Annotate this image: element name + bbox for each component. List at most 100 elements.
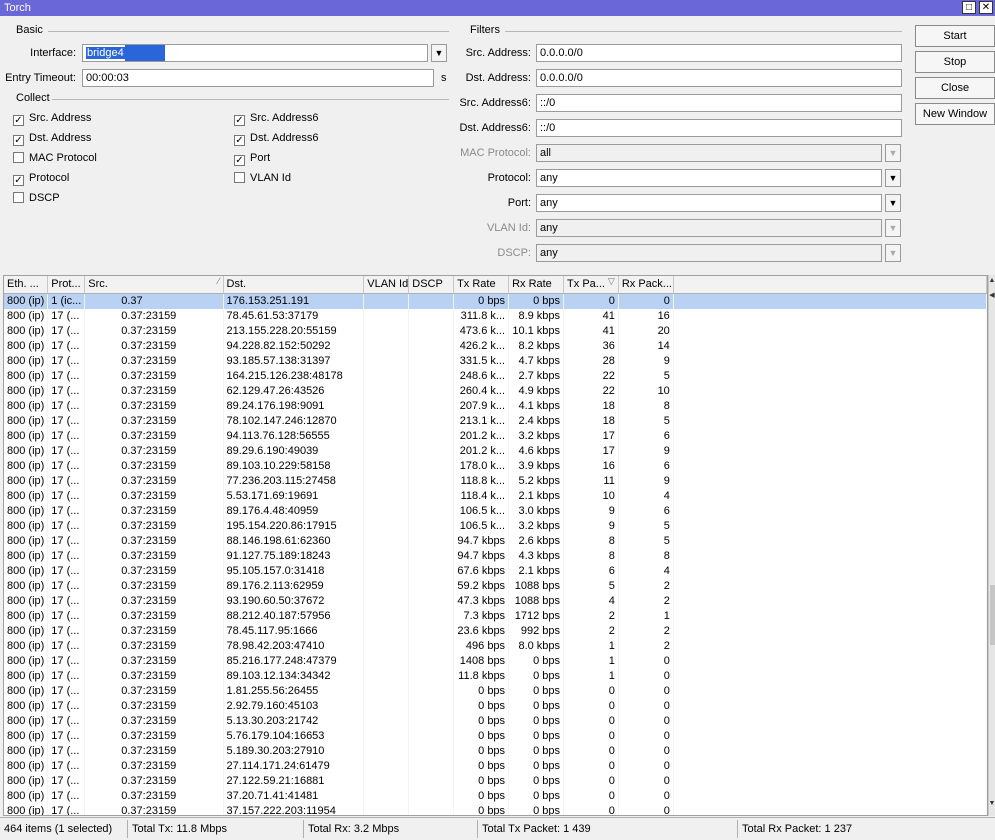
cell-tx-rate: 94.7 kbps xyxy=(453,548,510,564)
cell-tx-rate: 0 bps xyxy=(453,728,510,744)
table-row[interactable]: 800 (ip) 17 (... 0.37:23159 78.102.147.246:… xyxy=(4,413,987,429)
table-row[interactable]: 800 (ip) 17 (... 0.37:23159 91.127.75.189:1… xyxy=(4,548,987,564)
cell-eth: 800 (ip) xyxy=(4,398,49,414)
close-window-icon[interactable]: ✕ xyxy=(979,1,993,14)
column-header-dst[interactable]: Dst. xyxy=(223,276,365,294)
table-row[interactable]: 800 (ip) 17 (... 0.37:23159 27.122.59.21:16… xyxy=(4,773,987,789)
table-row[interactable]: 800 (ip) 17 (... 0.37:23159 93.190.60.50:37… xyxy=(4,593,987,609)
cell-rx-rate: 8.9 kbps xyxy=(508,308,565,324)
dst-address6-input[interactable]: ::/0 xyxy=(536,119,902,137)
cell-tx-packets: 0 xyxy=(563,713,619,729)
column-header-eth[interactable]: Eth. ... xyxy=(4,276,49,294)
table-row[interactable]: 800 (ip) 17 (... 0.37:23159 27.114.171.24:6… xyxy=(4,758,987,774)
table-row[interactable]: 800 (ip) 17 (... 0.37:23159 89.176.4.48:409… xyxy=(4,503,987,519)
new-window-button[interactable]: New Window xyxy=(915,103,995,125)
table-row[interactable]: 800 (ip) 17 (... 0.37:23159 62.129.47.26:43… xyxy=(4,383,987,399)
column-header-tx-packets[interactable]: Tx Pa... ▽ xyxy=(563,276,619,294)
table-row[interactable]: 800 (ip) 17 (... 0.37:23159 5.13.30.203:217… xyxy=(4,713,987,729)
table-row[interactable]: 800 (ip) 17 (... 0.37:23159 78.45.61.53:371… xyxy=(4,308,987,324)
cell-rx-rate: 4.9 kbps xyxy=(508,383,565,399)
column-header-protocol[interactable]: Prot... xyxy=(47,276,86,294)
vertical-scrollbar[interactable]: ▲ ◀ ▼ xyxy=(988,275,995,816)
table-row[interactable]: 800 (ip) 17 (... 0.37:23159 88.146.198.61:6… xyxy=(4,533,987,549)
collect-src-address6-checkbox[interactable]: ✓ Src. Address6 xyxy=(234,110,318,126)
close-button[interactable]: Close xyxy=(915,77,995,99)
dscp-select[interactable]: any xyxy=(536,244,882,262)
stop-button[interactable]: Stop xyxy=(915,51,995,73)
port-dropdown-icon[interactable]: ▼ xyxy=(885,194,901,212)
cell-src: 0.37:23159 xyxy=(84,743,224,759)
cell-src: 0.37:23159 xyxy=(84,758,224,774)
cell-src: 0.37:23159 xyxy=(84,503,224,519)
cell-rx-rate: 2.7 kbps xyxy=(508,368,565,384)
cell-rx-packets: 6 xyxy=(618,428,674,444)
column-header-rx-packets[interactable]: Rx Pack... xyxy=(618,276,674,294)
src-address6-input[interactable]: ::/0 xyxy=(536,94,902,112)
scroll-up-icon[interactable]: ▲ xyxy=(988,276,995,286)
table-row[interactable]: 800 (ip) 17 (... 0.37:23159 88.212.40.187:5… xyxy=(4,608,987,624)
checkbox-checked-icon: ✓ xyxy=(234,115,245,126)
table-row[interactable]: 800 (ip) 17 (... 0.37:23159 2.92.79.160:451… xyxy=(4,698,987,714)
dst-address-input[interactable]: 0.0.0.0/0 xyxy=(536,69,902,87)
table-row[interactable]: 800 (ip) 17 (... 0.37:23159 94.113.76.128:5… xyxy=(4,428,987,444)
mac-protocol-select[interactable]: all xyxy=(536,144,882,162)
column-header-src[interactable]: Src. ⁄ xyxy=(84,276,224,294)
table-row[interactable]: 800 (ip) 17 (... 0.37:23159 77.236.203.115:… xyxy=(4,473,987,489)
mac-protocol-dropdown-icon[interactable]: ▼ xyxy=(885,144,901,162)
table-row[interactable]: 800 (ip) 17 (... 0.37:23159 5.189.30.203:27… xyxy=(4,743,987,759)
table-row[interactable]: 800 (ip) 17 (... 0.37:23159 89.103.10.229:5… xyxy=(4,458,987,474)
table-row[interactable]: 800 (ip) 17 (... 0.37:23159 195.154.220.86:… xyxy=(4,518,987,534)
src-address-input[interactable]: 0.0.0.0/0 xyxy=(536,44,902,62)
table-row[interactable]: 800 (ip) 17 (... 0.37:23159 78.45.117.95:16… xyxy=(4,623,987,639)
table-row[interactable]: 800 (ip) 1 (ic... 0.37 176.153.251.191 0 bps… xyxy=(4,293,987,309)
column-header-dscp[interactable]: DSCP xyxy=(408,276,455,294)
table-row[interactable]: 800 (ip) 17 (... 0.37:23159 164.215.126.238… xyxy=(4,368,987,384)
cell-dscp xyxy=(408,683,455,699)
table-row[interactable]: 800 (ip) 17 (... 0.37:23159 93.185.57.138:3… xyxy=(4,353,987,369)
collect-vlan-id-checkbox[interactable]: VLAN Id xyxy=(234,170,291,186)
collect-dst-address6-checkbox[interactable]: ✓ Dst. Address6 xyxy=(234,130,318,146)
cell-vlan-id xyxy=(363,473,410,489)
cell-rx-packets: 5 xyxy=(618,413,674,429)
interface-select[interactable]: bridge4 xyxy=(82,44,428,62)
entry-timeout-input[interactable]: 00:00:03 xyxy=(82,69,434,87)
scroll-down-icon[interactable]: ▼ xyxy=(988,799,995,809)
collect-src-address-checkbox[interactable]: ✓ Src. Address xyxy=(13,110,91,126)
table-row[interactable]: 800 (ip) 17 (... 0.37:23159 85.216.177.248:… xyxy=(4,653,987,669)
table-row[interactable]: 800 (ip) 17 (... 0.37:23159 37.20.71.41:414… xyxy=(4,788,987,804)
collect-dst-address-checkbox[interactable]: ✓ Dst. Address xyxy=(13,130,91,146)
torch-results-table[interactable]: Eth. ... Prot... Src. ⁄ Dst. VLAN Id DSCP… xyxy=(3,275,988,816)
collect-protocol-checkbox[interactable]: ✓ Protocol xyxy=(13,170,69,186)
scrollbar-thumb[interactable] xyxy=(990,585,995,645)
collect-port-checkbox[interactable]: ✓ Port xyxy=(234,150,270,166)
collect-dscp-checkbox[interactable]: DSCP xyxy=(13,190,60,206)
cell-src: 0.37:23159 xyxy=(84,773,224,789)
start-button[interactable]: Start xyxy=(915,25,995,47)
table-row[interactable]: 800 (ip) 17 (... 0.37:23159 1.81.255.56:264… xyxy=(4,683,987,699)
column-header-rx-rate[interactable]: Rx Rate xyxy=(508,276,565,294)
table-row[interactable]: 800 (ip) 17 (... 0.37:23159 78.98.42.203:47… xyxy=(4,638,987,654)
vlan-id-select[interactable]: any xyxy=(536,219,882,237)
dscp-dropdown-icon[interactable]: ▼ xyxy=(885,244,901,262)
table-row[interactable]: 800 (ip) 17 (... 0.37:23159 213.155.228.20:… xyxy=(4,323,987,339)
table-row[interactable]: 800 (ip) 17 (... 0.37:23159 89.176.2.113:62… xyxy=(4,578,987,594)
column-header-src-label: Src. xyxy=(88,278,108,291)
table-row[interactable]: 800 (ip) 17 (... 0.37:23159 37.157.222.203:… xyxy=(4,803,987,815)
restore-icon[interactable]: □ xyxy=(962,1,976,14)
cell-filler xyxy=(673,368,987,384)
cell-eth: 800 (ip) xyxy=(4,323,49,339)
table-row[interactable]: 800 (ip) 17 (... 0.37:23159 95.105.157.0:31… xyxy=(4,563,987,579)
table-row[interactable]: 800 (ip) 17 (... 0.37:23159 89.29.6.190:490… xyxy=(4,443,987,459)
table-row[interactable]: 800 (ip) 17 (... 0.37:23159 89.103.12.134:3… xyxy=(4,668,987,684)
port-select[interactable]: any xyxy=(536,194,882,212)
table-row[interactable]: 800 (ip) 17 (... 0.37:23159 5.53.171.69:196… xyxy=(4,488,987,504)
protocol-dropdown-icon[interactable]: ▼ xyxy=(885,169,901,187)
protocol-select[interactable]: any xyxy=(536,169,882,187)
table-row[interactable]: 800 (ip) 17 (... 0.37:23159 5.76.179.104:16… xyxy=(4,728,987,744)
column-header-vlan-id[interactable]: VLAN Id xyxy=(363,276,410,294)
vlan-id-dropdown-icon[interactable]: ▼ xyxy=(885,219,901,237)
collect-mac-protocol-checkbox[interactable]: MAC Protocol xyxy=(13,150,97,166)
table-row[interactable]: 800 (ip) 17 (... 0.37:23159 89.24.176.198:9… xyxy=(4,398,987,414)
table-row[interactable]: 800 (ip) 17 (... 0.37:23159 94.228.82.152:5… xyxy=(4,338,987,354)
column-header-tx-rate[interactable]: Tx Rate xyxy=(453,276,510,294)
